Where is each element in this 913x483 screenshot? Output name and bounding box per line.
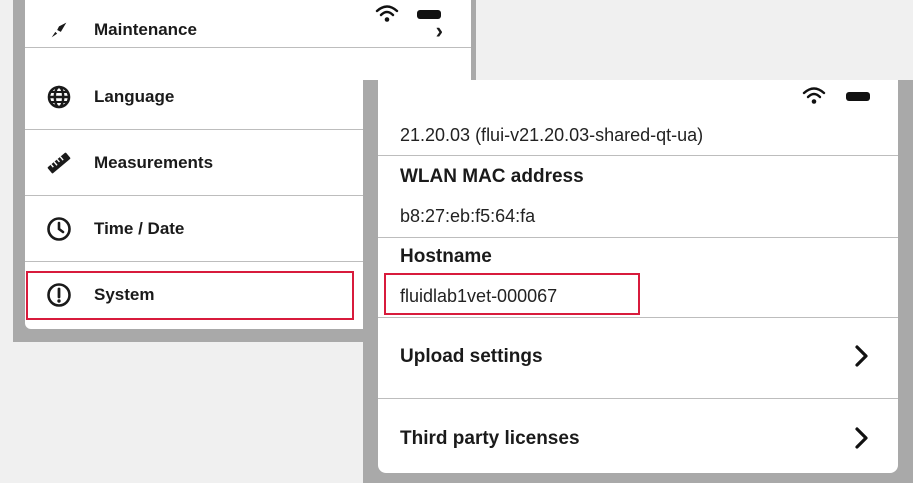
menu-item-label: Language: [94, 86, 175, 106]
chevron-right-icon: [855, 345, 868, 367]
chevron-right-icon: [855, 427, 868, 449]
menu-item-label: System: [94, 285, 155, 304]
wlan-mac-value: b8:27:eb:f5:64:fa: [400, 206, 536, 226]
upload-settings-row[interactable]: Upload settings: [378, 317, 898, 399]
wlan-mac-label: WLAN MAC address: [400, 166, 584, 187]
status-bar: [375, 0, 441, 28]
menu-item-label: Time / Date: [94, 218, 185, 238]
battery-icon: [846, 91, 870, 101]
alert-circle-icon: [45, 281, 73, 309]
menu-item-label: Maintenance: [94, 20, 197, 39]
divider: [378, 237, 898, 238]
third-party-licenses-row[interactable]: Third party licenses: [378, 399, 898, 473]
third-party-licenses-label: Third party licenses: [400, 428, 580, 449]
hostname-value: fluidlab1vet-000067: [400, 286, 558, 306]
globe-icon: [45, 83, 73, 111]
status-bar: [802, 82, 870, 110]
ruler-icon: [45, 149, 73, 177]
wifi-icon: [375, 5, 399, 22]
menu-item-label: Measurements: [94, 152, 214, 172]
battery-icon: [417, 9, 441, 19]
software-version-value: 21.20.03 (flui-v21.20.03-shared-qt-ua): [400, 125, 704, 145]
clock-icon: [45, 215, 73, 243]
system-info-panel: 21.20.03 (flui-v21.20.03-shared-qt-ua) W…: [363, 80, 913, 483]
wifi-icon: [802, 87, 826, 104]
system-info-card: 21.20.03 (flui-v21.20.03-shared-qt-ua) W…: [378, 80, 898, 473]
rocket-icon: [45, 16, 73, 44]
hostname-label: Hostname: [400, 246, 492, 267]
upload-settings-label: Upload settings: [400, 346, 543, 367]
divider: [378, 155, 898, 156]
